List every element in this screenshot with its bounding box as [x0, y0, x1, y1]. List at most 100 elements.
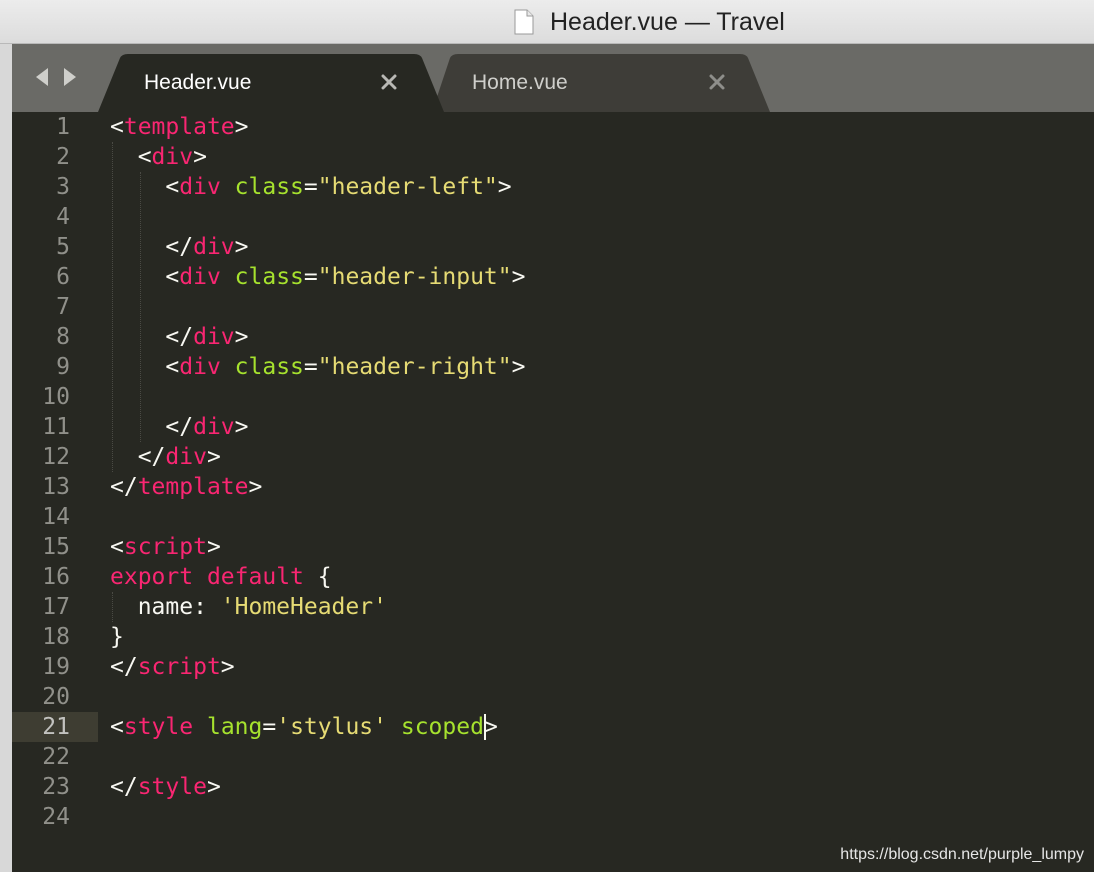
code-token: default — [206, 564, 304, 590]
code-token: "header-left" — [317, 174, 498, 200]
code-token: > — [234, 114, 249, 140]
line-number: 23 — [42, 774, 70, 800]
line-number: 24 — [42, 804, 70, 830]
tab-header-vue[interactable]: Header.vue — [98, 54, 446, 112]
line-number-gutter: 1 2 3 4 5 6 7 8 9 10 11 12 13 14 15 16 17 18 19 20 21 22 23 24 — [12, 112, 98, 872]
tab-home-vue[interactable]: Home.vue — [432, 54, 772, 112]
code-line[interactable]: </div> — [110, 442, 221, 472]
code-line[interactable]: </div> — [110, 412, 249, 442]
code-token: style — [123, 714, 194, 740]
code-token: script — [137, 654, 221, 680]
tab-label: Home.vue — [472, 71, 568, 94]
code-line[interactable]: <template> — [110, 112, 249, 142]
code-token: class — [234, 354, 304, 380]
code-token: class — [234, 264, 304, 290]
code-line[interactable]: <style lang='stylus' scoped> — [110, 712, 498, 742]
line-number: 8 — [56, 324, 70, 350]
code-token: div — [179, 354, 221, 380]
code-token: = — [262, 714, 277, 740]
line-number: 13 — [42, 474, 70, 500]
line-number: 14 — [42, 504, 70, 530]
code-line[interactable]: <div class="header-input"> — [110, 262, 526, 292]
code-token: > — [206, 444, 221, 470]
document-icon — [514, 9, 534, 35]
code-token: div — [151, 144, 194, 170]
close-icon[interactable] — [703, 68, 731, 96]
indent-guide — [140, 172, 141, 442]
code-token: script — [123, 534, 207, 560]
code-token: > — [206, 774, 221, 800]
code-token: template — [123, 114, 235, 140]
code-token: div — [179, 264, 221, 290]
code-token: style — [137, 774, 207, 800]
code-token: template — [137, 474, 249, 500]
code-token: > — [483, 714, 498, 740]
code-token: > — [234, 324, 249, 350]
code-token: > — [511, 354, 526, 380]
line-number: 3 — [56, 174, 70, 200]
code-token: < — [110, 264, 180, 290]
code-token: > — [206, 534, 221, 560]
code-line[interactable]: <div class="header-left"> — [110, 172, 512, 202]
code-token: 'HomeHeader' — [220, 594, 387, 620]
line-number: 17 — [42, 594, 70, 620]
line-number: 22 — [42, 744, 70, 770]
code-token: name: — [110, 594, 221, 620]
line-number: 15 — [42, 534, 70, 560]
code-token: < — [110, 174, 180, 200]
code-token: </ — [110, 324, 194, 350]
line-number: 4 — [56, 204, 70, 230]
code-line[interactable]: </style> — [110, 772, 221, 802]
triangle-left-icon[interactable] — [32, 64, 52, 90]
code-line[interactable]: </script> — [110, 652, 235, 682]
code-area[interactable]: <template> <div> <div class="header-left… — [110, 112, 1090, 872]
window-title: Header.vue — Travel — [550, 8, 785, 36]
code-token: div — [165, 444, 207, 470]
code-token: div — [193, 414, 235, 440]
code-token: </ — [110, 444, 166, 470]
code-token: < — [110, 534, 124, 560]
line-number: 21 — [42, 714, 70, 740]
line-number: 16 — [42, 564, 70, 590]
line-number: 9 — [56, 354, 70, 380]
code-token: { — [303, 564, 332, 590]
code-token: "header-right" — [317, 354, 512, 380]
code-token: > — [511, 264, 526, 290]
code-editor[interactable]: 1 2 3 4 5 6 7 8 9 10 11 12 13 14 15 16 17 18 19 20 21 22 23 24 … — [12, 112, 1094, 872]
code-line[interactable]: <script> — [110, 532, 221, 562]
code-token: export — [110, 564, 194, 590]
code-token: </ — [110, 234, 194, 260]
code-line[interactable]: <div> — [110, 142, 207, 172]
close-icon[interactable] — [375, 68, 403, 96]
code-token: > — [248, 474, 263, 500]
line-number: 12 — [42, 444, 70, 470]
code-token: </ — [110, 654, 138, 680]
code-line[interactable]: export default { — [110, 562, 332, 592]
code-token: = — [303, 264, 318, 290]
code-token: > — [497, 174, 512, 200]
tab-label: Header.vue — [144, 71, 252, 94]
code-token: > — [234, 414, 249, 440]
code-token: 'stylus' — [276, 714, 387, 740]
tab-navigation — [30, 64, 84, 90]
code-line[interactable]: </div> — [110, 232, 248, 262]
code-token: < — [110, 714, 124, 740]
code-token: scoped — [400, 714, 484, 740]
triangle-right-icon[interactable] — [60, 64, 80, 90]
code-line[interactable]: </div> — [110, 322, 249, 352]
watermark: https://blog.csdn.net/purple_lumpy — [840, 846, 1084, 863]
line-number: 19 — [42, 654, 70, 680]
window-side-strip — [0, 44, 12, 872]
code-token: div — [193, 234, 235, 260]
line-number: 2 — [56, 144, 70, 170]
code-line[interactable]: name: 'HomeHeader' — [110, 592, 387, 622]
code-line[interactable]: } — [110, 622, 124, 652]
code-line[interactable]: <div class="header-right"> — [110, 352, 526, 382]
code-token: </ — [110, 414, 194, 440]
code-line[interactable]: </template> — [110, 472, 262, 502]
code-token: </ — [110, 774, 138, 800]
